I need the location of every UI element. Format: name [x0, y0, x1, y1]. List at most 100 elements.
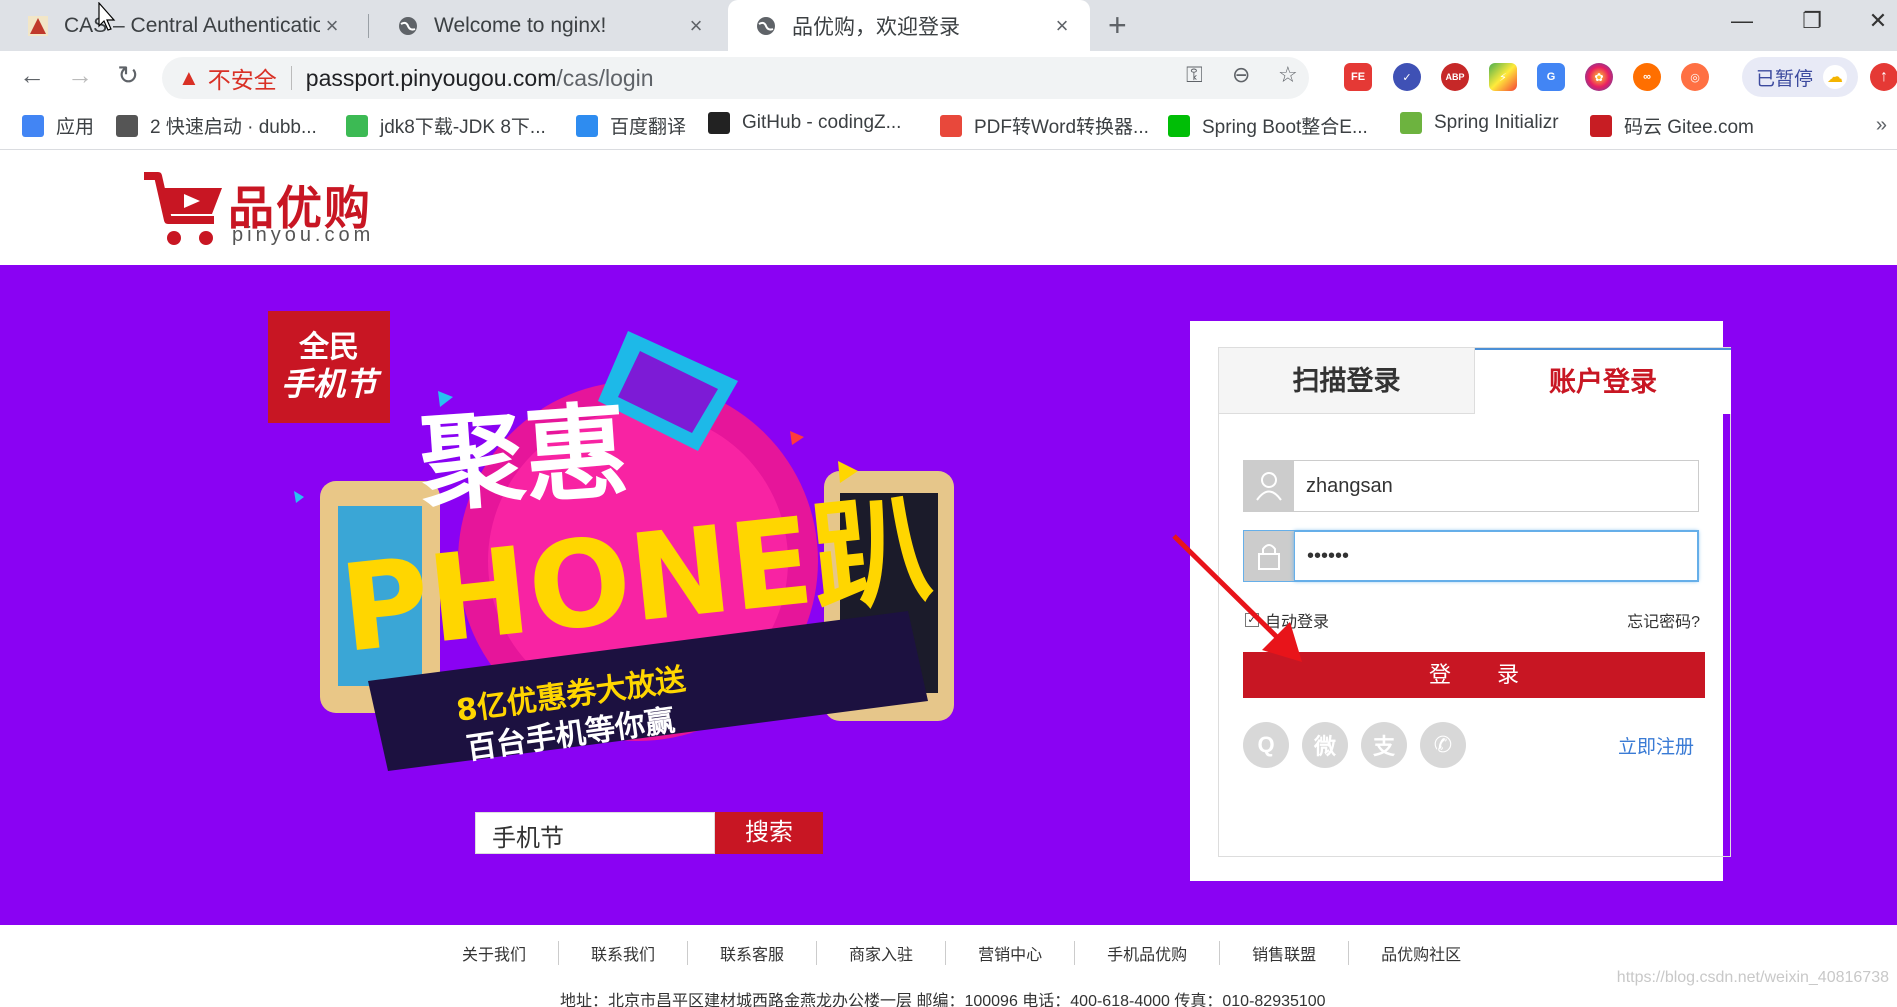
lock-icon	[1244, 531, 1294, 581]
tab-scan-login[interactable]: 扫描登录	[1219, 348, 1475, 414]
browser-toolbar: ← → ↻ ▲ 不安全 passport.pinyougou.com/cas/l…	[0, 51, 1897, 104]
wechat-icon[interactable]: ✆	[1420, 722, 1466, 768]
bookmark-label: 2 快速启动 · dubb...	[150, 117, 317, 138]
fe-extension-icon[interactable]: FE	[1344, 63, 1372, 91]
bookmark-item[interactable]: 2 快速启动 · dubb...	[116, 112, 317, 139]
iqiyi-icon	[1168, 114, 1190, 137]
footer-link[interactable]: 联系客服	[688, 941, 818, 965]
logo-domain: pinyou.com	[232, 224, 375, 246]
footer: 关于我们 联系我们 联系客服 商家入驻 营销中心 手机品优购 销售联盟 品优购社区 地址：北京…	[0, 925, 1897, 1007]
bookmark-label: PDF转Word转换器...	[974, 117, 1149, 138]
svg-text:聚惠: 聚惠	[415, 390, 632, 526]
bookmark-label: Spring Initializr	[1434, 112, 1559, 133]
login-form: 扫描登录 账户登录 zhangsan •••••• ✓ 自动登录 忘记密码? 登…	[1218, 347, 1731, 857]
profile-paused-button[interactable]: 已暂停 ☁	[1742, 57, 1858, 97]
bookmark-label: 应用	[56, 117, 95, 138]
checkbox-icon[interactable]: ✓	[1245, 613, 1259, 627]
apps-grid-icon	[22, 114, 44, 137]
google-translate-icon[interactable]: G	[1537, 63, 1565, 91]
qq-icon[interactable]: Q	[1243, 722, 1289, 768]
alipay-icon[interactable]: 支	[1361, 722, 1407, 768]
book-icon	[116, 114, 138, 137]
reload-button[interactable]: ↻	[110, 60, 146, 91]
close-tab-icon[interactable]: ×	[684, 13, 708, 39]
close-window-button[interactable]: ✕	[1858, 8, 1897, 34]
bookmark-star-icon[interactable]: ☆	[1278, 62, 1298, 88]
github-icon	[708, 112, 730, 134]
warning-icon: ▲	[178, 65, 200, 90]
close-tab-icon[interactable]: ×	[1050, 13, 1074, 39]
color-extension-icon[interactable]: ✿	[1585, 63, 1613, 91]
bookmark-item[interactable]: Spring Boot整合E...	[1168, 112, 1368, 139]
promo-search-input[interactable]: 手机节	[475, 812, 715, 854]
more-bookmarks-icon[interactable]: »	[1876, 114, 1887, 137]
address-bar[interactable]: ▲ 不安全 passport.pinyougou.com/cas/login ⚿…	[162, 57, 1309, 99]
pdf-icon	[940, 114, 962, 137]
footer-link[interactable]: 销售联盟	[1220, 941, 1350, 965]
close-tab-icon[interactable]: ×	[320, 13, 344, 39]
restore-button[interactable]: ❐	[1792, 8, 1832, 34]
bookmark-item[interactable]: PDF转Word转换器...	[940, 112, 1149, 139]
weibo-icon[interactable]: 微	[1302, 722, 1348, 768]
cas-favicon-icon	[26, 14, 50, 38]
gitee-icon	[1590, 114, 1612, 137]
update-icon[interactable]: ↑	[1870, 63, 1897, 91]
username-field[interactable]: zhangsan	[1243, 460, 1699, 512]
bookmark-item[interactable]: 应用	[22, 112, 94, 139]
tab-title: Welcome to nginx!	[434, 13, 607, 37]
bookmark-item[interactable]: jdk8下载-JDK 8下...	[346, 112, 546, 139]
tab-account-login[interactable]: 账户登录	[1475, 348, 1731, 414]
password-field[interactable]: ••••••	[1243, 530, 1699, 582]
register-link[interactable]: 立即注册	[1618, 732, 1694, 759]
login-tabs: 扫描登录 账户登录	[1219, 348, 1731, 414]
forward-button[interactable]: →	[62, 60, 98, 91]
bookmark-item[interactable]: Spring Initializr	[1400, 112, 1559, 134]
footer-link[interactable]: 营销中心	[946, 941, 1076, 965]
check-extension-icon[interactable]: ✓	[1393, 63, 1421, 91]
bookmark-label: 百度翻译	[610, 117, 687, 138]
bookmark-label: Spring Boot整合E...	[1202, 117, 1368, 138]
bolt-extension-icon[interactable]: ⚡	[1489, 63, 1517, 91]
login-button[interactable]: 登 录	[1243, 652, 1705, 698]
bookmark-item[interactable]: 百度翻译	[576, 112, 686, 139]
key-icon[interactable]: ⚿	[1186, 62, 1203, 88]
bookmark-item[interactable]: GitHub - codingZ...	[708, 112, 901, 134]
globe-icon	[754, 14, 778, 38]
back-button[interactable]: ←	[14, 60, 50, 91]
tab-cas[interactable]: CAS – Central Authentication S ×	[0, 0, 360, 51]
divider	[290, 66, 292, 90]
tab-separator	[368, 14, 369, 38]
footer-link[interactable]: 品优购社区	[1349, 941, 1493, 965]
tab-title: 品优购，欢迎登录	[792, 15, 960, 39]
url-path: /cas/login	[556, 64, 654, 91]
auto-login-checkbox[interactable]: ✓ 自动登录	[1245, 608, 1329, 632]
zoom-icon[interactable]: ⊖	[1232, 62, 1250, 88]
password-input[interactable]: ••••••	[1294, 531, 1698, 581]
tab-nginx[interactable]: Welcome to nginx! ×	[370, 0, 724, 51]
svg-text:手机节: 手机节	[281, 365, 382, 403]
footer-link[interactable]: 联系我们	[559, 941, 689, 965]
forgot-password-link[interactable]: 忘记密码?	[1627, 608, 1700, 632]
login-panel: 扫描登录 账户登录 zhangsan •••••• ✓ 自动登录 忘记密码? 登…	[1190, 321, 1731, 881]
promo-search-button[interactable]: 搜索	[715, 812, 823, 854]
lifebuoy-extension-icon[interactable]: ◎	[1681, 63, 1709, 91]
footer-link[interactable]: 商家入驻	[817, 941, 947, 965]
social-login: Q 微支 ✆	[1243, 722, 1479, 768]
header: 品优购 pinyou.com	[0, 150, 1897, 265]
bookmarks-bar: 应用 2 快速启动 · dubb... jdk8下载-JDK 8下... 百度翻译 Gi…	[0, 104, 1897, 150]
bookmark-item[interactable]: 码云 Gitee.com	[1590, 112, 1754, 139]
paused-label: 已暂停	[1756, 68, 1814, 90]
username-input[interactable]: zhangsan	[1294, 461, 1698, 511]
new-tab-button[interactable]: +	[1108, 8, 1127, 42]
tab-pinyougou[interactable]: 品优购，欢迎登录 ×	[728, 0, 1090, 51]
infinity-extension-icon[interactable]: ∞	[1633, 63, 1661, 91]
translate-icon	[576, 114, 598, 137]
auto-login-label: 自动登录	[1265, 614, 1330, 631]
tab-strip: CAS – Central Authentication S × Welcome…	[0, 0, 1897, 51]
url-host: passport.pinyougou.com	[305, 64, 557, 91]
footer-link[interactable]: 关于我们	[430, 941, 560, 965]
adblock-extension-icon[interactable]: ABP	[1441, 63, 1469, 91]
minimize-button[interactable]: —	[1722, 8, 1762, 34]
footer-link[interactable]: 手机品优购	[1075, 941, 1221, 965]
promo-illustration: 全民 手机节 聚惠 PHONE趴 8亿优惠券大放送 百台手机等你赢	[268, 311, 954, 771]
